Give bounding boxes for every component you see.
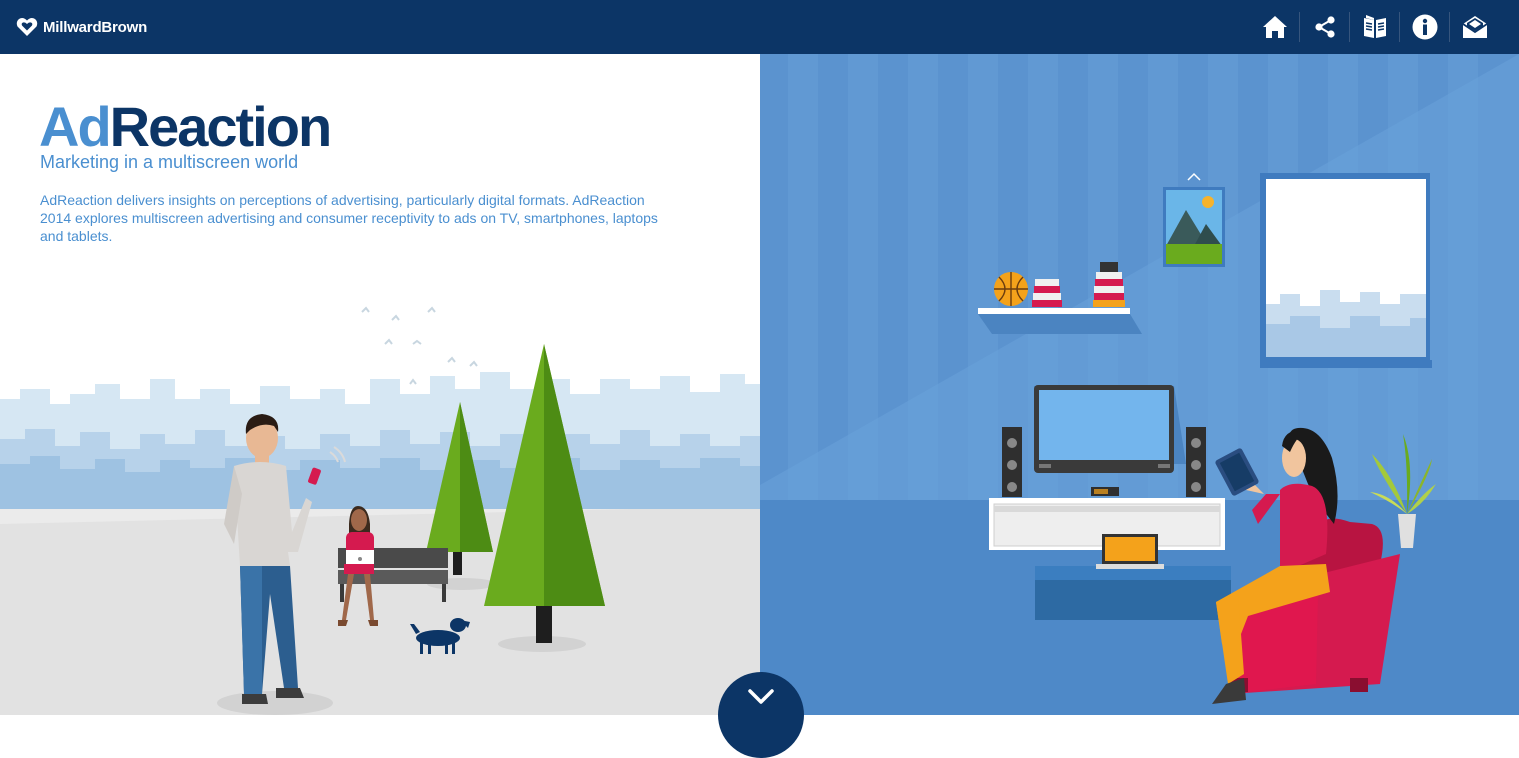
scroll-down-button[interactable]	[718, 672, 804, 758]
top-bar: MillwardBrown	[0, 0, 1519, 54]
home-icon	[1262, 16, 1287, 38]
page-subtitle: Marketing in a multiscreen world	[40, 152, 299, 172]
share-icon	[1314, 16, 1335, 38]
brand-name: MillwardBrown	[43, 18, 148, 36]
millwardbrown-logo-icon	[16, 18, 38, 36]
info-icon	[1412, 14, 1437, 40]
page-title: AdReaction	[39, 95, 332, 158]
hero-left-panel: AdReaction Marketing in a multiscreen wo…	[0, 54, 760, 715]
envelope-icon	[1462, 16, 1487, 38]
home-button[interactable]	[1250, 0, 1299, 54]
contact-button[interactable]	[1450, 0, 1499, 54]
share-button[interactable]	[1300, 0, 1349, 54]
top-nav	[1250, 0, 1499, 54]
intro-description: AdReaction delivers insights on percepti…	[40, 192, 658, 244]
report-button[interactable]	[1350, 0, 1399, 54]
living-room-illustration	[760, 54, 1519, 715]
chevron-down-icon	[748, 689, 774, 704]
title-part-reaction: Reaction	[109, 95, 332, 158]
hero-right-panel	[760, 54, 1519, 715]
brand-logo[interactable]: MillwardBrown	[16, 14, 147, 40]
title-part-ad: Ad	[39, 95, 112, 158]
book-icon	[1363, 15, 1386, 38]
info-button[interactable]	[1400, 0, 1449, 54]
